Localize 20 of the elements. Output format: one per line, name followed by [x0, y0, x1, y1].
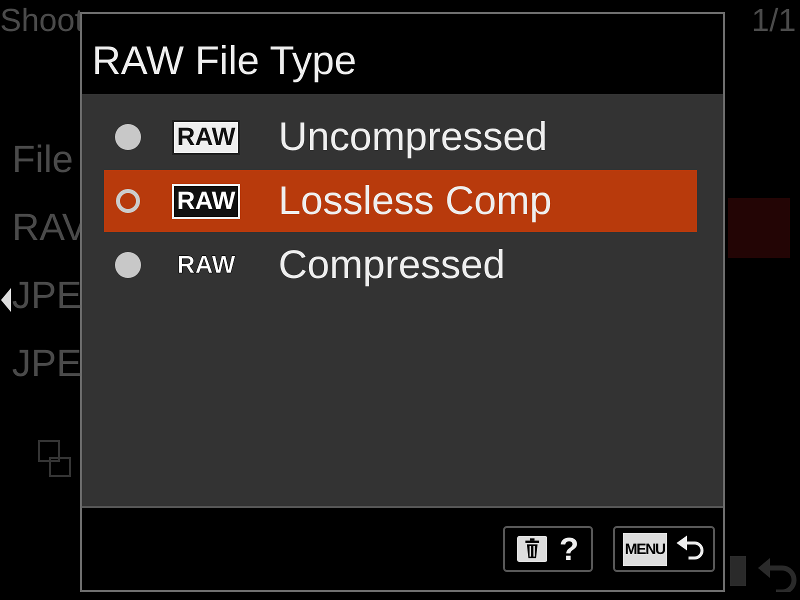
option-row[interactable]: RAW Uncompressed: [104, 106, 697, 168]
highlight-bar: [728, 198, 790, 258]
option-label: Uncompressed: [278, 114, 548, 160]
card-slots-icon: [38, 440, 72, 478]
left-arrow-icon: [1, 288, 11, 312]
menu-title: Shoot: [0, 2, 84, 40]
page-number: 1/1: [752, 2, 796, 40]
back-button[interactable]: MENU: [612, 526, 715, 572]
raw-format-label: RAW: [172, 120, 240, 154]
dialog-title: RAW File Type: [91, 38, 358, 85]
radio-icon: [114, 251, 142, 279]
option-label: Lossless Comp: [278, 178, 552, 224]
raw-format-label: RAW: [172, 184, 240, 218]
radio-icon: [114, 187, 142, 215]
radio-icon: [114, 123, 142, 151]
option-row[interactable]: RAW Lossless Comp: [104, 170, 697, 232]
help-button[interactable]: ?: [502, 526, 593, 572]
raw-format-label: RAW: [176, 250, 236, 280]
option-row[interactable]: RAW Compressed: [104, 234, 697, 296]
option-label: Compressed: [278, 242, 506, 288]
